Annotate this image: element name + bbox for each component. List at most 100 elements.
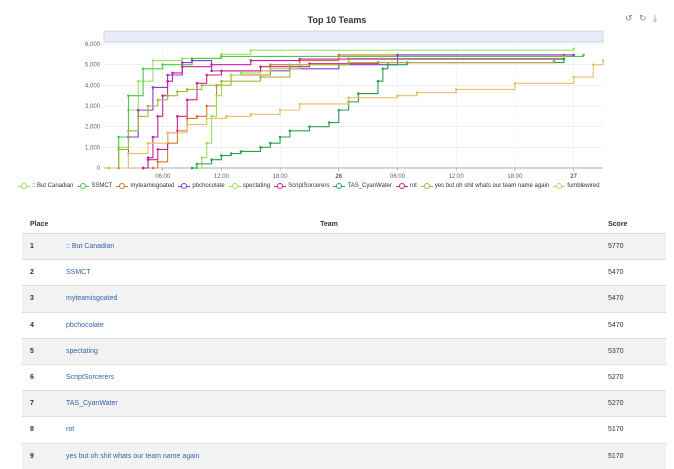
team-link[interactable]: SSMCT [66,269,91,276]
legend-swatch [553,183,566,189]
table-row: 1:: But Canadian 5770 [22,232,666,260]
team-cell: rot [58,416,600,443]
legend-marker [336,183,343,189]
team-link[interactable]: ScriptSorcerers [66,374,114,381]
download-icon[interactable]: ⤓ [653,15,662,24]
data-point [347,61,350,64]
legend-marker [119,183,126,189]
place-cell: 8 [22,416,58,443]
data-point [185,98,189,102]
legend-swatch [178,183,191,189]
data-point [347,96,350,100]
x-tick-label: 18:00 [273,174,289,180]
data-point [259,75,262,79]
data-point [166,73,169,77]
data-point [210,158,213,162]
data-point [185,123,189,126]
data-point [582,53,585,57]
data-point [220,79,223,83]
data-point [249,48,253,52]
table-row: 8 rot 5170 [22,416,666,443]
data-point [249,112,253,116]
data-point [454,88,458,91]
score-header: Score [608,220,628,228]
legend-swatch [274,183,287,189]
series-line-8 [143,61,555,169]
y-tick-label: 1,000 [85,145,101,151]
legend-item[interactable]: pbchocolate [178,183,225,189]
chart-canvas: Top 10 Teams 0 1,000 2,000 3,000 4,000 5,000 6,… [85,15,605,180]
data-point [259,146,262,149]
data-point [180,65,184,69]
place-cell: 5 [22,337,58,365]
data-point [210,69,213,73]
y-tick-label: 2,000 [85,125,101,131]
team-link[interactable]: myteamisgoated [66,295,117,302]
data-point [146,141,150,145]
table-row: 4 pbchocolate 5470 [22,311,666,339]
legend-item[interactable]: myteamisgoated [116,183,174,189]
data-point [269,141,272,145]
data-point [161,63,165,66]
legend-item[interactable]: :: But Canadian [18,183,73,189]
data-point [156,98,160,102]
data-point [562,57,566,61]
data-point [601,59,605,62]
legend-item[interactable]: TAS_CyanWater [333,183,392,189]
data-point [210,115,213,118]
legend-label: yes but oh shit whats our team name agai… [434,183,550,189]
legend-item[interactable]: yes but oh shit whats our team name agai… [420,183,550,189]
team-link[interactable]: TAS_CyanWater [66,400,118,407]
legend-label: ScriptSorcerers [288,183,330,189]
data-point [127,94,130,97]
legend-item[interactable]: fumblewired [553,183,600,189]
legend-label: myteamisgoated [130,183,175,189]
scoreboard-table: Place Team Score 1:: But Canadian 5770 2 SS… [22,215,666,469]
legend-swatch [420,183,433,189]
data-point [572,75,575,79]
data-point [269,63,272,66]
legend-item[interactable]: rot [395,183,417,189]
place-cell: 7 [22,390,58,417]
table-row: 5 spectating 5370 [22,337,666,365]
data-point [166,79,169,83]
data-point [259,65,262,69]
chart-toolbar: ↺ ↻ ⤓ [625,15,662,24]
team-link[interactable]: spectating [66,348,98,355]
data-point [386,63,390,66]
data-point [176,90,179,93]
data-point [146,104,150,108]
data-point [552,59,556,63]
score-cell: 5770 [600,232,666,260]
chart-title: Top 10 Teams [308,15,367,25]
data-point [156,115,160,118]
legend-item[interactable]: SSMCT [77,183,112,189]
data-point [308,125,311,128]
data-point [185,117,189,120]
legend-label: SSMCT [91,183,113,189]
score-cell: 5270 [600,390,666,417]
table-row: 2 SSMCT 5470 [22,259,666,286]
legend-swatch [228,183,241,189]
team-link[interactable]: yes but oh shit whats our team name agai… [66,453,199,460]
restore-icon[interactable]: ↻ [639,15,648,24]
data-point [180,57,184,60]
legend-marker [277,183,284,189]
legend-item[interactable]: spectating [228,183,270,189]
table-header-row: Place Team Score [22,215,666,234]
data-point [327,121,331,124]
team-link[interactable]: rot [66,426,74,433]
data-point [220,69,223,73]
data-point [200,156,204,159]
table-row: 6 ScriptSorcerers 5270 [22,363,666,391]
data-point [591,63,595,66]
data-point [357,92,360,95]
team-link[interactable]: pbchocolate [66,322,104,329]
legend-label: TAS_CyanWater [347,183,392,189]
legend-item[interactable]: ScriptSorcerers [274,183,329,189]
zoom-reset-icon[interactable]: ↺ [625,15,634,24]
team-link[interactable]: :: But Canadian [66,243,114,250]
place-cell: 2 [22,259,58,286]
data-point [337,108,341,112]
data-point [220,55,223,58]
